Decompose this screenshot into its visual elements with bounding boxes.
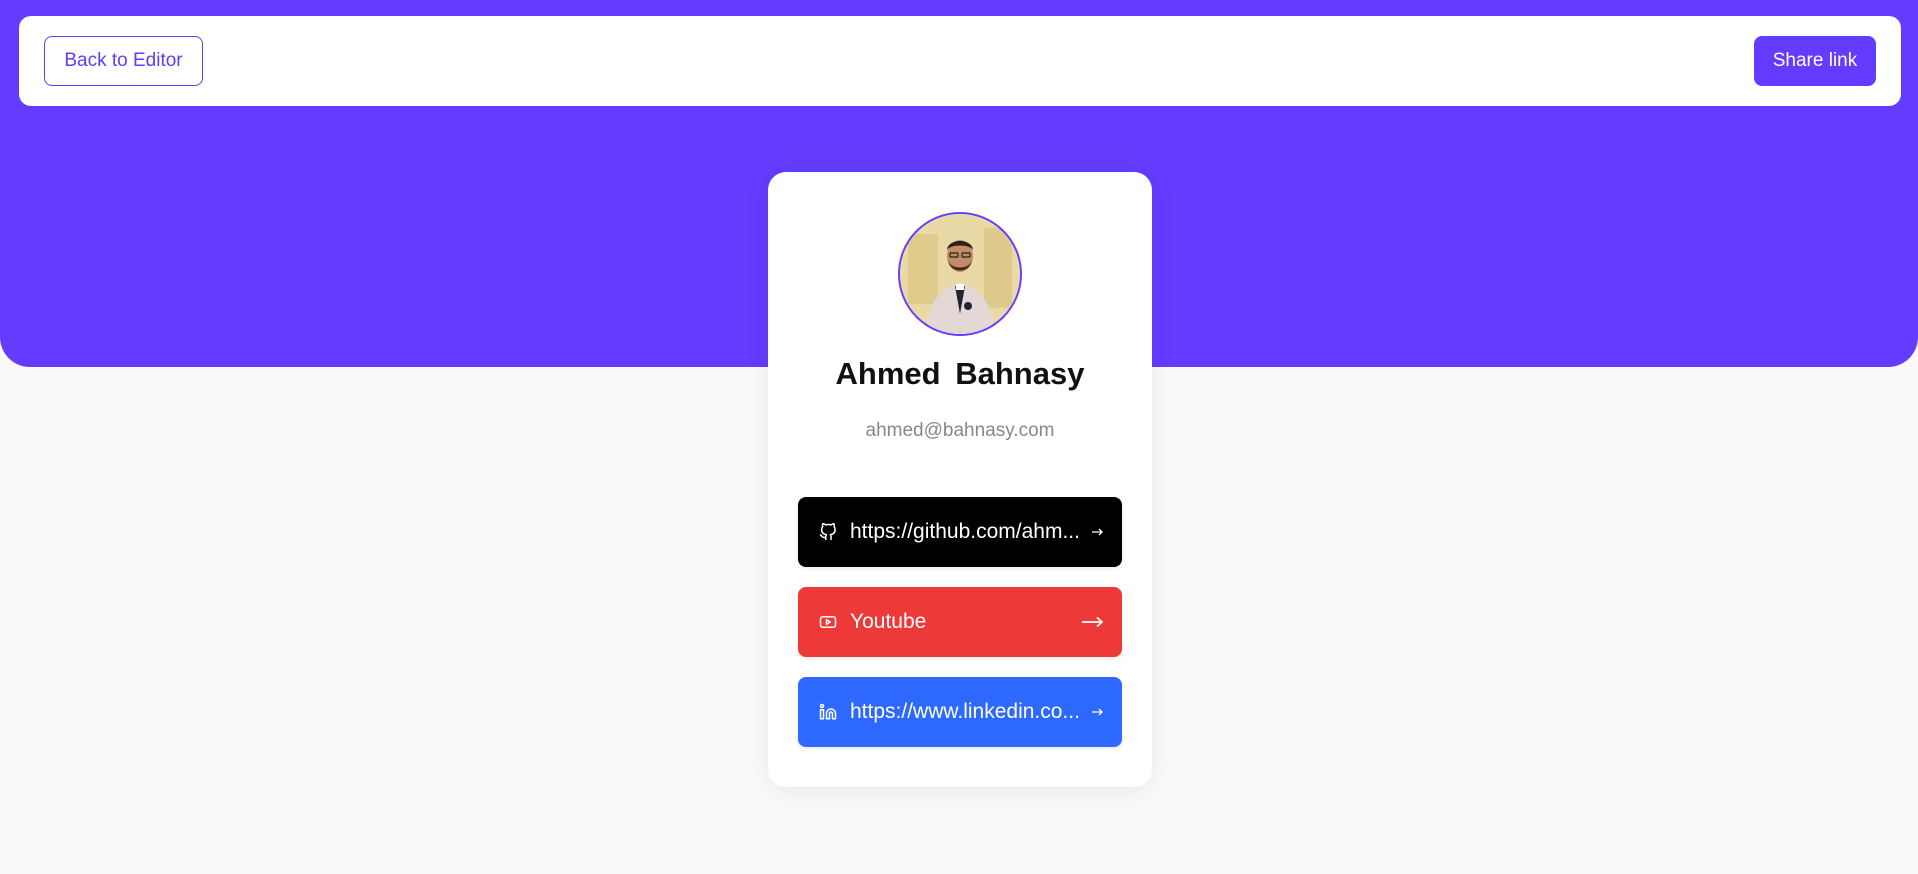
arrow-right-icon [1092, 527, 1104, 537]
github-link-button[interactable]: https://github.com/ahm... [798, 497, 1122, 567]
arrow-right-icon [1092, 707, 1104, 717]
youtube-link-button[interactable]: Youtube [798, 587, 1122, 657]
profile-photo [900, 214, 1020, 334]
github-icon [818, 522, 838, 542]
arrow-right-icon [1082, 616, 1104, 628]
share-link-button[interactable]: Share link [1754, 36, 1876, 86]
youtube-link-label: Youtube [850, 610, 927, 633]
youtube-icon [818, 612, 838, 632]
linkedin-link-label: https://www.linkedin.co... [850, 700, 1080, 723]
top-navbar: Back to Editor Share link [19, 16, 1901, 106]
linkedin-link-button[interactable]: https://www.linkedin.co... [798, 677, 1122, 747]
back-to-editor-button[interactable]: Back to Editor [44, 36, 203, 86]
profile-card: Ahmed Bahnasy ahmed@bahnasy.com https://… [768, 172, 1152, 787]
profile-email: ahmed@bahnasy.com [865, 420, 1055, 441]
profile-name: Ahmed Bahnasy [835, 356, 1085, 391]
github-link-label: https://github.com/ahm... [850, 520, 1080, 543]
linkedin-icon [818, 702, 838, 722]
avatar [898, 212, 1022, 336]
